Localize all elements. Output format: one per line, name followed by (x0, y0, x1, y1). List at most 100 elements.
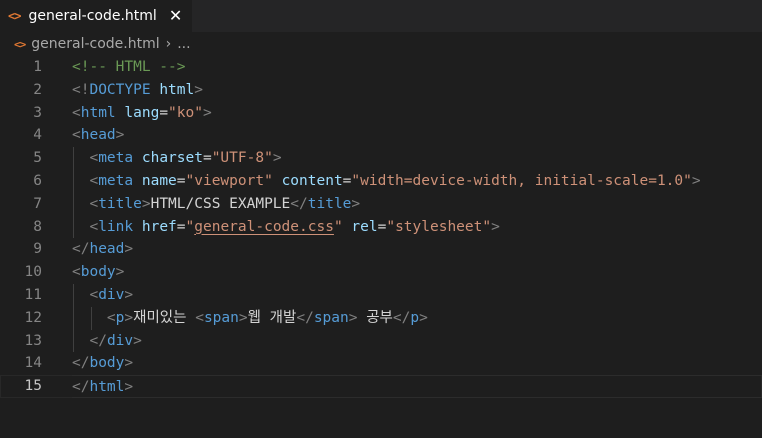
code-line[interactable]: 2 <!DOCTYPE html> (0, 79, 762, 102)
indent-guide (91, 306, 92, 330)
code-line[interactable]: 1 <!-- HTML --> (0, 56, 762, 79)
line-number: 1 (33, 59, 42, 75)
code-line[interactable]: 13 </div> (0, 329, 762, 353)
code-token: DOCTYPE (89, 81, 151, 98)
code-token: </ (89, 332, 107, 349)
code-token: > (691, 172, 701, 189)
code-token: = (159, 104, 169, 121)
code-token: html (159, 81, 195, 98)
code-line[interactable]: 9 </head> (0, 238, 762, 261)
code-token: "stylesheet" (386, 218, 492, 235)
code-token: < (106, 309, 116, 326)
code-token: "viewport" (185, 172, 273, 189)
code-content: </div> (72, 329, 762, 353)
code-token: < (89, 195, 99, 212)
code-token: < (89, 218, 99, 235)
code-line[interactable]: 8 <link href="general-code.css" rel="sty… (0, 215, 762, 239)
code-token: charset (141, 150, 203, 167)
code-token: "width=device-width, initial-scale=1.0" (351, 172, 692, 189)
code-line[interactable]: 12 <p>재미있는 <span>웹 개발</span> 공부</p> (0, 306, 762, 330)
code-line[interactable]: 3 <html lang="ko"> (0, 102, 762, 125)
code-token: < (72, 104, 81, 121)
code-token: </ (72, 355, 90, 372)
code-content: <html lang="ko"> (72, 102, 762, 125)
code-content: </html> (72, 375, 762, 398)
indent-guide (73, 169, 74, 193)
code-line[interactable]: 5 <meta charset="UTF-8"> (0, 147, 762, 170)
code-token: html (80, 104, 116, 121)
code-content: <!-- HTML --> (72, 56, 762, 79)
code-token: 웹 개발 (247, 309, 297, 326)
code-token: name (141, 172, 177, 189)
code-token: 공부 (357, 309, 393, 326)
code-line[interactable]: 11 <div> (0, 283, 762, 307)
code-token: meta (98, 172, 134, 189)
code-token: body (89, 355, 125, 372)
chevron-right-icon: › (165, 36, 172, 52)
code-line[interactable]: 15 </html> (0, 375, 762, 398)
breadcrumb-file[interactable]: general-code.html (31, 36, 159, 52)
line-number: 10 (24, 264, 42, 281)
code-content: <!DOCTYPE html> (72, 79, 762, 102)
code-token: title (98, 195, 142, 212)
code-token: > (202, 104, 212, 121)
code-token: " (185, 218, 195, 235)
code-token: html (89, 379, 125, 396)
code-token: meta (98, 150, 134, 167)
line-number: 5 (33, 150, 42, 167)
code-token: </ (296, 309, 314, 326)
code-line[interactable]: 14 </body> (0, 352, 762, 375)
code-token: = (202, 150, 212, 167)
code-content: </body> (72, 352, 762, 375)
code-token: > (124, 241, 134, 258)
html-file-icon: <> (8, 9, 21, 23)
code-token: > (115, 264, 125, 281)
code-token: = (176, 218, 186, 235)
code-token: > (351, 195, 361, 212)
indent-guide (73, 329, 74, 353)
line-number: 9 (33, 241, 42, 258)
code-content: <title>HTML/CSS EXAMPLE</title> (72, 192, 762, 216)
code-token: HTML/CSS EXAMPLE (150, 195, 291, 212)
code-token: < (89, 150, 99, 167)
line-number: 7 (33, 195, 42, 212)
code-line[interactable]: 7 <title>HTML/CSS EXAMPLE</title> (0, 192, 762, 216)
code-content: </head> (72, 238, 762, 261)
code-token: = (176, 172, 186, 189)
code-token: </ (72, 379, 90, 396)
code-token: > (133, 332, 142, 349)
code-token: </ (72, 241, 90, 258)
code-content: <body> (72, 261, 762, 284)
code-line[interactable]: 4 <head> (0, 124, 762, 147)
line-number: 4 (33, 127, 42, 144)
indent-guide (73, 147, 74, 170)
close-icon[interactable]: ✕ (169, 8, 182, 24)
code-editor[interactable]: 1 <!-- HTML --> 2 <!DOCTYPE html> 3 <html lan… (0, 56, 762, 438)
breadcrumb-more[interactable]: ... (177, 36, 190, 52)
tab-general-code-html[interactable]: <> general-code.html ✕ (0, 0, 193, 32)
code-line[interactable]: 6 <meta name="viewport" content="width=d… (0, 169, 762, 193)
code-content: <link href="general-code.css" rel="style… (72, 215, 762, 239)
code-token: < (72, 264, 81, 281)
line-number: 11 (24, 286, 42, 303)
code-token: </ (290, 195, 308, 212)
code-token: "ko" (168, 104, 203, 121)
code-token[interactable]: general-code.css (194, 219, 334, 235)
code-token: span (313, 309, 349, 326)
line-number: 8 (33, 218, 42, 235)
code-token: <! (72, 81, 90, 98)
code-token: " (333, 218, 343, 235)
code-content: <p>재미있는 <span>웹 개발</span> 공부</p> (72, 306, 762, 330)
code-token: head (80, 127, 116, 144)
code-token: > (124, 379, 134, 396)
code-line[interactable]: 10 <body> (0, 261, 762, 284)
code-token: body (80, 264, 116, 281)
code-token: > (194, 81, 203, 98)
